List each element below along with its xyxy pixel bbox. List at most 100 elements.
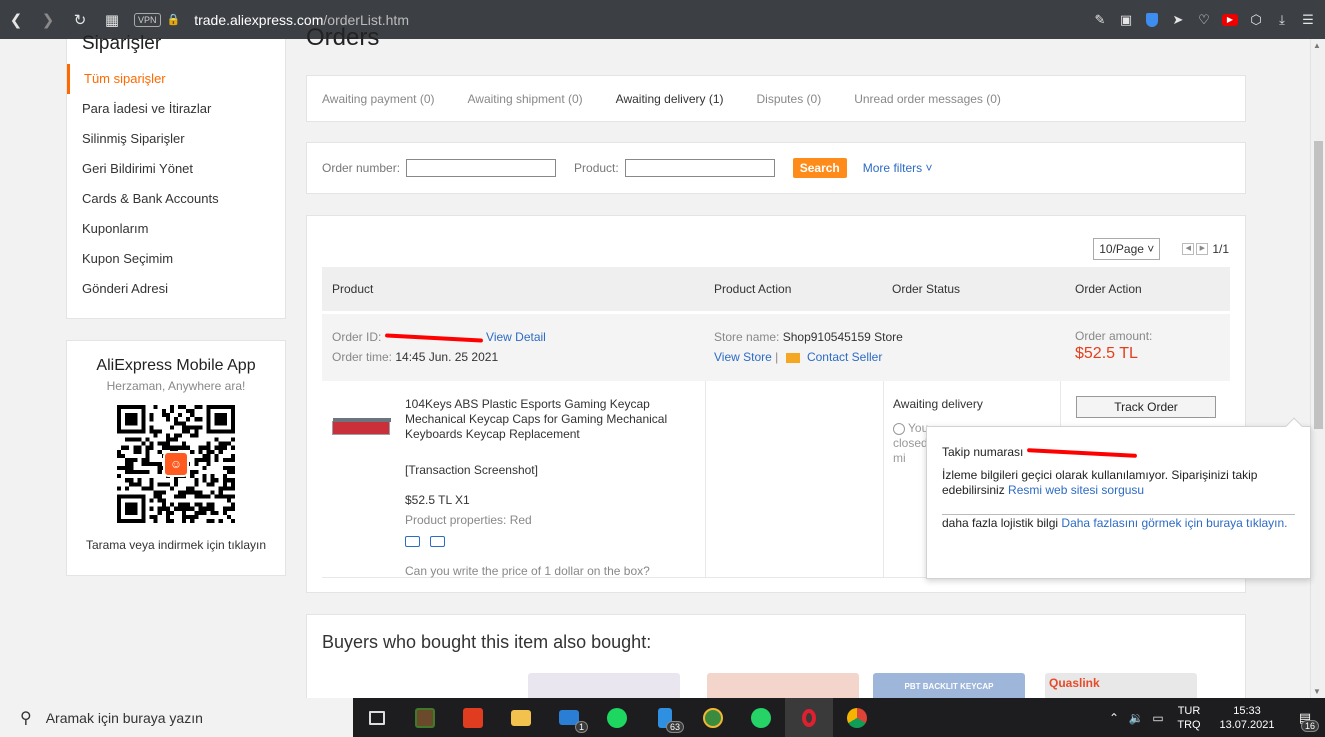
more-logistics: daha fazla lojistik bilgi Daha fazlasını…	[942, 516, 1297, 531]
snapshot-icon[interactable]: ✎	[1087, 0, 1113, 39]
chrome-icon[interactable]	[833, 698, 881, 737]
sidebar-item-refunds[interactable]: Para İadesi ve İtirazlar	[67, 94, 285, 124]
app-download-link[interactable]: Tarama veya indirmek için tıklayın	[67, 538, 285, 552]
mobile-app-card: AliExpress Mobile App Herzaman, Anywhere…	[66, 340, 286, 576]
sidebar-menu: Tüm siparişler Para İadesi ve İtirazlar …	[67, 64, 285, 304]
back-icon[interactable]: ❮	[0, 0, 32, 39]
aliexpress-logo-icon: ☺	[163, 451, 189, 477]
order-amount-value: $52.5 TL	[1075, 345, 1138, 362]
forward-icon[interactable]: ❯	[32, 0, 64, 39]
taskbar-clock[interactable]: 15:33 13.07.2021	[1209, 704, 1285, 732]
cube-icon[interactable]: ⬡	[1243, 0, 1269, 39]
files-app-icon[interactable]: 63	[641, 698, 689, 737]
whatsapp-icon[interactable]	[737, 698, 785, 737]
sidebar-item-shipping-address[interactable]: Gönderi Adresi	[67, 274, 285, 304]
col-header-product: Product	[332, 282, 374, 296]
view-store-link[interactable]: View Store	[714, 350, 772, 364]
menu-icon[interactable]: ☰	[1295, 0, 1321, 39]
scroll-thumb[interactable]	[1314, 141, 1323, 429]
scroll-up-icon[interactable]: ▲	[1313, 41, 1321, 50]
download-icon[interactable]: ⤓	[1269, 0, 1295, 39]
col-header-order-action: Order Action	[1075, 282, 1142, 296]
volume-icon[interactable]: 🔉	[1125, 711, 1147, 725]
globe-app-icon[interactable]	[689, 698, 737, 737]
product-properties: Product properties: Red	[405, 513, 532, 527]
files-badge: 63	[665, 721, 684, 733]
sidebar-item-cards[interactable]: Cards & Bank Accounts	[67, 184, 285, 214]
tracking-number: Takip numarası	[942, 445, 1297, 460]
track-order-button[interactable]: Track Order	[1076, 396, 1216, 418]
official-site-link[interactable]: Resmi web sitesi sorgusu	[1008, 483, 1144, 497]
task-view-icon[interactable]	[353, 698, 401, 737]
lock-icon[interactable]: 🔒	[167, 13, 181, 26]
more-logistics-link[interactable]: Daha fazlasını görmek için buraya tıklay…	[1061, 516, 1287, 530]
search-icon: ⚲	[20, 709, 32, 727]
tab-unread-messages[interactable]: Unread order messages (0)	[854, 92, 1001, 106]
order-number-input[interactable]	[406, 159, 557, 177]
search-button[interactable]: Search	[792, 158, 847, 178]
order-time-value: 14:45 Jun. 25 2021	[395, 350, 499, 364]
popup-arrow	[1285, 417, 1303, 435]
order-id-label: Order ID:	[332, 330, 382, 344]
order-filter-bar: Order number: Product: Search More filte…	[306, 142, 1246, 194]
recommendations-title: Buyers who bought this item also bought:	[322, 632, 652, 652]
col-header-product-action: Product Action	[714, 282, 792, 296]
sidebar-item-coupon-selection[interactable]: Kupon Seçimim	[67, 244, 285, 274]
heart-icon[interactable]: ♡	[1191, 0, 1217, 39]
invoice-icon[interactable]	[430, 536, 445, 547]
keyboard-layout: TRQ	[1177, 718, 1201, 731]
tab-disputes[interactable]: Disputes (0)	[757, 92, 822, 106]
mail-badge: 1	[574, 721, 588, 733]
contact-seller-link[interactable]: Contact Seller	[807, 350, 882, 364]
notification-badge: 16	[1300, 719, 1319, 732]
product-price-qty: $52.5 TL X1	[405, 493, 470, 507]
minecraft-icon[interactable]	[401, 698, 449, 737]
camera-icon[interactable]: ▣	[1113, 0, 1139, 39]
product-input[interactable]	[624, 159, 775, 177]
tab-awaiting-delivery[interactable]: Awaiting delivery (1)	[616, 92, 724, 106]
next-page-icon[interactable]: ▶	[1196, 243, 1209, 255]
redacted-order-id	[384, 333, 483, 343]
mail-app-icon[interactable]: 1	[545, 698, 593, 737]
tab-awaiting-shipment[interactable]: Awaiting shipment (0)	[468, 92, 583, 106]
clock-icon	[893, 422, 905, 435]
shipping-truck-icon[interactable]	[405, 536, 420, 547]
more-filters-link[interactable]: More filters ˅	[863, 161, 933, 175]
product-name-link[interactable]: 104Keys ABS Plastic Esports Gaming Keyca…	[405, 397, 690, 442]
sidebar-item-feedback[interactable]: Geri Bildirimi Yönet	[67, 154, 285, 184]
office-icon[interactable]	[449, 698, 497, 737]
link-separator: |	[775, 350, 779, 364]
shield-icon[interactable]	[1139, 0, 1165, 39]
language-indicator[interactable]: TUR TRQ	[1169, 704, 1209, 732]
taskbar-search[interactable]: ⚲ Aramak için buraya yazın	[0, 698, 353, 737]
player-icon[interactable]: ▶	[1217, 0, 1243, 39]
chevron-up-icon[interactable]: ⌃	[1103, 711, 1125, 725]
tab-awaiting-payment[interactable]: Awaiting payment (0)	[322, 92, 435, 106]
store-links: View Store | Contact Seller	[714, 350, 882, 364]
product-thumbnail[interactable]	[332, 418, 391, 435]
page-size-select[interactable]: 10/Page ˅	[1093, 238, 1161, 260]
page-scrollbar[interactable]: ▲ ▼	[1310, 39, 1325, 698]
more-logistics-text: daha fazla lojistik bilgi	[942, 516, 1059, 530]
store-name: Store name: Shop910545159 Store	[714, 330, 903, 344]
product-icons	[405, 536, 455, 547]
spotify-icon[interactable]	[593, 698, 641, 737]
column-divider	[705, 381, 706, 578]
send-icon[interactable]: ➤	[1165, 0, 1191, 39]
transaction-screenshot-link[interactable]: [Transaction Screenshot]	[405, 463, 538, 477]
file-explorer-icon[interactable]	[497, 698, 545, 737]
app-subtitle: Herzaman, Anywhere ara!	[106, 379, 246, 393]
scroll-down-icon[interactable]: ▼	[1313, 687, 1321, 696]
vpn-badge[interactable]: VPN	[134, 12, 161, 27]
network-icon[interactable]: ▭	[1147, 711, 1169, 725]
system-tray: ⌃ 🔉 ▭ TUR TRQ 15:33 13.07.2021 ▤ 16	[1103, 698, 1325, 737]
sidebar-item-all-orders[interactable]: Tüm siparişler	[67, 64, 285, 94]
opera-icon[interactable]	[785, 698, 833, 737]
order-status-tabs: Awaiting payment (0) Awaiting shipment (…	[306, 75, 1246, 122]
view-detail-link[interactable]: View Detail	[486, 330, 546, 344]
sidebar-item-coupons[interactable]: Kuponlarım	[67, 214, 285, 244]
notification-center-icon[interactable]: ▤ 16	[1285, 710, 1325, 732]
qr-code[interactable]: ☺	[117, 405, 235, 523]
prev-page-icon[interactable]: ◀	[1182, 243, 1195, 255]
sidebar-item-deleted-orders[interactable]: Silinmiş Siparişler	[67, 124, 285, 154]
